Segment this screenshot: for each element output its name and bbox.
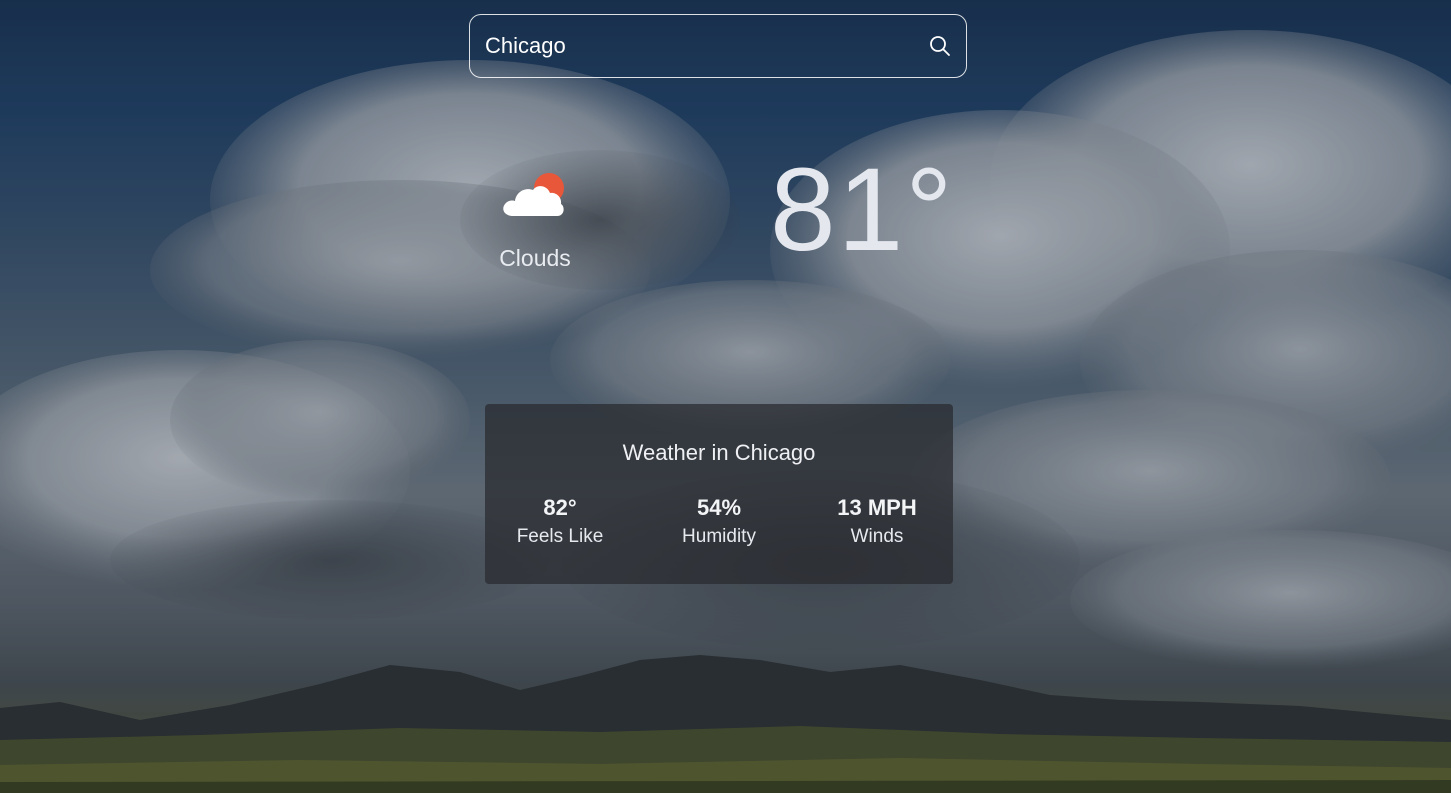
stat-winds: 13 MPH Winds [807,495,947,548]
search-icon[interactable] [928,34,952,58]
humidity-value: 54% [696,495,742,520]
humidity-label: Humidity [682,526,756,547]
winds-label: Winds [850,526,904,547]
current-condition: Clouds [470,168,600,272]
weather-app: Clouds 81° Weather in Chicago 82° Feels … [0,0,1451,793]
search-bar [469,14,967,78]
feels-like-value: 82° [543,495,577,520]
stat-humidity: 54% Humidity [649,495,789,548]
weather-details-card: Weather in Chicago 82° Feels Like 54% Hu… [485,404,953,584]
winds-value: 13 MPH [837,495,917,520]
condition-label: Clouds [499,245,571,271]
current-temperature: 81° [770,144,955,276]
sun-behind-cloud-icon [503,173,564,216]
search-input[interactable] [485,15,915,77]
stat-feels-like: 82° Feels Like [490,495,630,548]
background-overlay [0,0,1451,793]
feels-like-label: Feels Like [516,526,604,547]
details-title: Weather in Chicago [622,440,816,465]
